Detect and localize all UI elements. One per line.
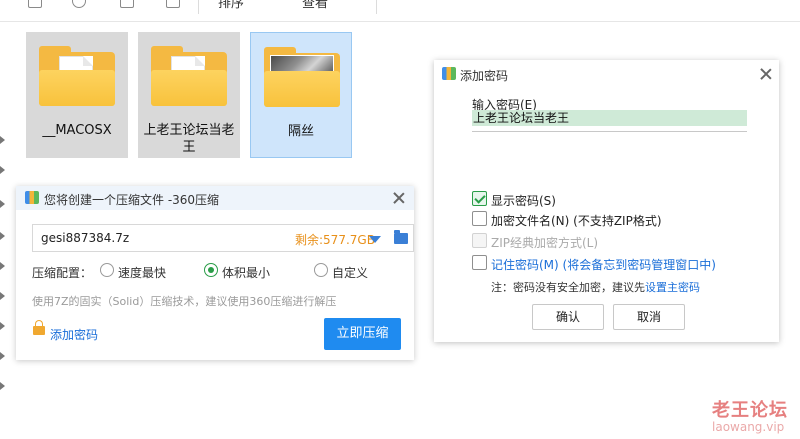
file-name: __MACOSX — [42, 123, 112, 138]
new-icon[interactable] — [28, 0, 42, 8]
show-password-checkbox[interactable] — [472, 191, 487, 206]
tree-expand-icon[interactable] — [0, 262, 5, 270]
cloud-icon[interactable] — [72, 0, 86, 8]
confirm-button[interactable]: 确认 — [532, 304, 604, 330]
password-input[interactable]: 上老王论坛当老王 — [472, 110, 747, 132]
file-tile-selected[interactable]: 隔丝 — [250, 32, 352, 158]
folder-browse-icon[interactable] — [394, 230, 408, 244]
cancel-button[interactable]: 取消 — [613, 304, 685, 330]
close-icon[interactable] — [391, 190, 407, 206]
app-logo-icon — [25, 191, 39, 204]
security-note: 注：密码没有安全加密，建议先设置主密码 — [491, 279, 700, 295]
note-text: 注：密码没有安全加密，建议先 — [491, 281, 645, 294]
app-logo-icon — [442, 67, 456, 80]
tree-expand-icon[interactable] — [0, 322, 5, 330]
file-tile[interactable]: __MACOSX — [26, 32, 128, 158]
radio-label[interactable]: 速度最快 — [118, 264, 166, 281]
radio-label[interactable]: 体积最小 — [222, 264, 270, 281]
remember-password-checkbox[interactable] — [472, 255, 487, 270]
file-name: 上老王论坛当老王 — [143, 123, 235, 155]
encrypt-filenames-label[interactable]: 加密文件名(N) (不支持ZIP格式) — [491, 212, 662, 229]
folder-icon — [149, 44, 229, 108]
mail-icon[interactable] — [120, 0, 134, 8]
toolbar: 排序 查看 — [0, 0, 800, 22]
free-space-label: 剩余:577.7GB — [295, 233, 375, 247]
radio-smallest[interactable] — [204, 263, 218, 277]
folder-icon — [37, 44, 117, 108]
radio-fastest[interactable] — [100, 263, 114, 277]
close-icon[interactable] — [758, 66, 774, 82]
dialog-title: 您将创建一个压缩文件 -360压缩 — [44, 193, 220, 207]
zip-classic-label: ZIP经典加密方式(L) — [491, 236, 599, 250]
view-button[interactable]: 查看 — [302, 0, 328, 11]
zip-classic-checkbox — [472, 233, 487, 248]
show-password-label[interactable]: 显示密码(S) — [491, 192, 556, 209]
password-dialog: 添加密码 输入密码(E) 上老王论坛当老王 显示密码(S) 加密文件名(N) (… — [434, 60, 779, 342]
radio-custom[interactable] — [314, 263, 328, 277]
sort-button[interactable]: 排序 — [218, 0, 244, 11]
tree-expand-icon[interactable] — [0, 166, 5, 174]
dialog-title: 添加密码 — [460, 69, 509, 83]
file-tile[interactable]: 上老王论坛当老王 — [138, 32, 240, 158]
tree-expand-icon[interactable] — [0, 292, 5, 300]
radio-label[interactable]: 自定义 — [332, 264, 368, 281]
delete-icon[interactable] — [166, 0, 180, 8]
tree-expand-icon[interactable] — [0, 382, 5, 390]
compress-now-button[interactable]: 立即压缩 — [324, 318, 401, 350]
password-value[interactable]: 上老王论坛当老王 — [472, 110, 747, 126]
remember-password-label[interactable]: 记住密码(M) (将会备忘到密码管理窗口中) — [491, 256, 716, 273]
archive-filename[interactable]: gesi887384.7z — [41, 231, 129, 245]
tree-expand-icon[interactable] — [0, 352, 5, 360]
tree-expand-icon[interactable] — [0, 200, 5, 208]
set-master-password-link[interactable]: 设置主密码 — [645, 281, 700, 294]
add-password-link[interactable]: 添加密码 — [50, 326, 98, 343]
dialog-titlebar: 您将创建一个压缩文件 -360压缩 — [16, 186, 414, 210]
watermark-url: laowang.vip — [712, 420, 785, 434]
dialog-titlebar: 添加密码 — [434, 60, 779, 88]
compress-dialog: 您将创建一个压缩文件 -360压缩 gesi887384.7z 剩余:577.7… — [16, 186, 414, 360]
tree-expand-icon[interactable] — [0, 136, 5, 144]
watermark-title: 老王论坛 — [712, 400, 788, 421]
folder-photo-icon — [262, 45, 342, 109]
toolbar-divider — [198, 0, 199, 14]
compress-config-label: 压缩配置： — [32, 266, 93, 280]
lock-icon — [33, 320, 45, 335]
compress-hint: 使用7Z的固实（Solid）压缩技术，建议使用360压缩进行解压 — [32, 295, 337, 308]
toolbar-divider — [376, 0, 377, 14]
encrypt-filenames-checkbox[interactable] — [472, 211, 487, 226]
chevron-down-icon[interactable] — [369, 236, 381, 243]
tree-expand-icon[interactable] — [0, 232, 5, 240]
archive-path-field[interactable]: gesi887384.7z 剩余:577.7GB — [32, 224, 414, 252]
file-name: 隔丝 — [287, 124, 314, 139]
